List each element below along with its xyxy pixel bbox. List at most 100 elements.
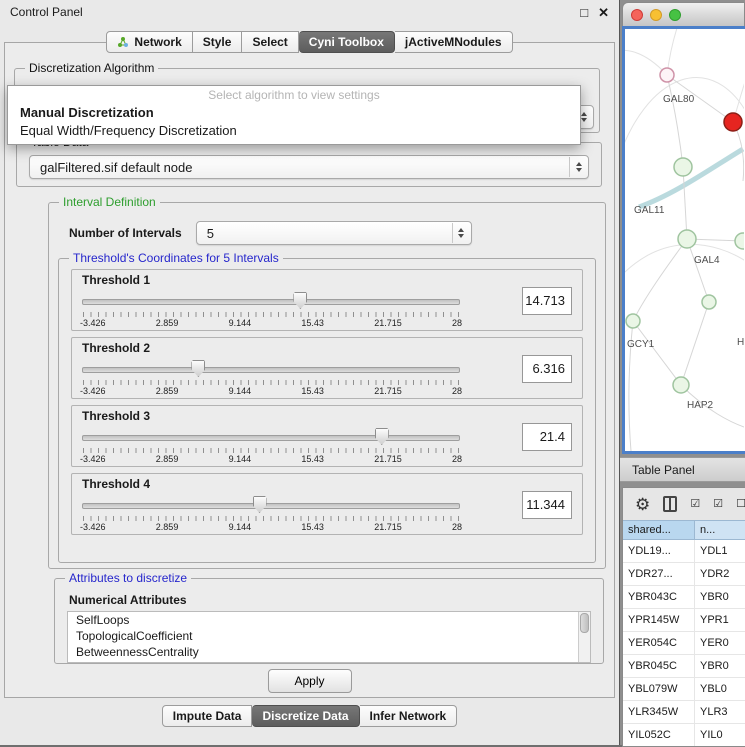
slider-thumb[interactable]: [375, 428, 389, 445]
float-window-icon[interactable]: □: [580, 6, 588, 19]
list-item[interactable]: TopologicalCoefficient: [68, 628, 590, 644]
columns-icon[interactable]: [663, 496, 677, 512]
tab-infer-network[interactable]: Infer Network: [360, 705, 458, 727]
tab-label: Infer Network: [370, 709, 447, 723]
threshold-1-slider[interactable]: [80, 292, 462, 310]
network-edge-highlight: [639, 149, 743, 207]
threshold-2-value-field[interactable]: 6.316: [522, 355, 572, 383]
threshold-label: Threshold 4: [82, 477, 462, 491]
node-label: GAL80: [663, 94, 695, 105]
table-row[interactable]: YDR27... YDR2: [623, 563, 745, 586]
tick-label: 9.144: [229, 522, 252, 532]
cell-name: YER0: [695, 632, 745, 654]
slider-thumb[interactable]: [253, 496, 267, 513]
group-title: Discretization Algorithm: [25, 61, 158, 75]
cell-shared-name: YDR27...: [623, 563, 695, 585]
network-view-canvas[interactable]: GAL80 GAL11 GAL4 GCY1 HAP2 H: [622, 26, 745, 454]
network-node[interactable]: [673, 377, 689, 393]
tab-label: Discretize Data: [262, 709, 348, 723]
popup-option-manual-discretization[interactable]: Manual Discretization: [8, 103, 580, 121]
cell-name: YBR0: [695, 655, 745, 677]
tab-jactivemnodules[interactable]: jActiveMNodules: [395, 31, 513, 53]
slider-tickmarks: [83, 380, 459, 385]
number-of-intervals-combo[interactable]: 5: [196, 221, 472, 245]
select-checked-icon[interactable]: ☑: [713, 499, 723, 510]
cell-shared-name: YLR345W: [623, 701, 695, 723]
group-title: Attributes to discretize: [65, 571, 191, 585]
tick-label: 21.715: [374, 318, 402, 328]
network-node[interactable]: [702, 295, 716, 309]
popup-option-equal-width-frequency[interactable]: Equal Width/Frequency Discretization: [8, 121, 580, 139]
slider-track[interactable]: [82, 367, 460, 373]
slider-track[interactable]: [82, 299, 460, 305]
cell-shared-name: YBL079W: [623, 678, 695, 700]
select-all-icon[interactable]: ☑: [690, 499, 700, 510]
list-scrollbar[interactable]: [578, 612, 590, 662]
number-of-intervals-label: Number of Intervals: [69, 226, 182, 240]
table-row[interactable]: YBL079W YBL0: [623, 678, 745, 701]
threshold-4-slider[interactable]: [80, 496, 462, 514]
tab-label: jActiveMNodules: [405, 35, 502, 49]
node-label: HAP2: [687, 400, 714, 411]
right-pane: GAL80 GAL11 GAL4 GCY1 HAP2 H Table Panel…: [620, 0, 745, 745]
stepper-icon[interactable]: [452, 223, 470, 243]
apply-button[interactable]: Apply: [267, 669, 351, 693]
tab-network[interactable]: Network: [106, 31, 192, 53]
table-header-row: shared... n...: [623, 520, 745, 540]
table-row[interactable]: YPR145W YPR1: [623, 609, 745, 632]
tick-label: 2.859: [156, 522, 179, 532]
network-window: GAL80 GAL11 GAL4 GCY1 HAP2 H: [622, 2, 745, 454]
table-row[interactable]: YBR043C YBR0: [623, 586, 745, 609]
tab-select[interactable]: Select: [242, 31, 298, 53]
network-node[interactable]: [660, 68, 674, 82]
threshold-4-value-field[interactable]: 11.344: [522, 491, 572, 519]
tab-discretize-data[interactable]: Discretize Data: [252, 705, 359, 727]
network-node[interactable]: [674, 158, 692, 176]
table-data-combo[interactable]: galFiltered.sif default node: [29, 155, 589, 179]
list-item[interactable]: SelfLoops: [68, 612, 590, 628]
tick-label: 15.43: [301, 318, 324, 328]
threshold-3-slider[interactable]: [80, 428, 462, 446]
control-panel: Control Panel □ ✕ Network Style Select C…: [0, 0, 620, 745]
network-node-selected[interactable]: [724, 113, 742, 131]
table-row[interactable]: YBR045C YBR0: [623, 655, 745, 678]
threshold-3-value-field[interactable]: 21.4: [522, 423, 572, 451]
threshold-1-value-field[interactable]: 14.713: [522, 287, 572, 315]
network-node[interactable]: [678, 230, 696, 248]
table-row[interactable]: YIL052C YIL0: [623, 724, 745, 746]
tick-label: 9.144: [229, 454, 252, 464]
zoom-window-icon[interactable]: [669, 9, 681, 21]
slider-track[interactable]: [82, 435, 460, 441]
close-window-icon[interactable]: [631, 9, 643, 21]
threshold-4-panel: Threshold 4 -3.426 2.859 9.144 15.43 21.…: [71, 473, 583, 535]
tab-impute-data[interactable]: Impute Data: [162, 705, 253, 727]
node-label: GAL11: [634, 205, 665, 216]
network-window-titlebar[interactable]: [622, 2, 745, 26]
network-node[interactable]: [735, 233, 744, 249]
table-panel-window: ⚙ ☑ ☑ ☐ shared... n... YDL19... YDL1 YDR…: [622, 487, 745, 747]
tick-label: 15.43: [301, 386, 324, 396]
network-node[interactable]: [626, 314, 640, 328]
stepper-icon[interactable]: [569, 157, 587, 177]
minimize-window-icon[interactable]: [650, 9, 662, 21]
slider-thumb[interactable]: [293, 292, 307, 309]
panel-title: Control Panel: [10, 5, 83, 19]
threshold-2-slider[interactable]: [80, 360, 462, 378]
tab-style[interactable]: Style: [193, 31, 243, 53]
tab-cyni-toolbox[interactable]: Cyni Toolbox: [299, 31, 395, 53]
gear-icon[interactable]: ⚙: [635, 496, 650, 513]
table-panel-header[interactable]: Table Panel: [620, 457, 745, 482]
slider-track[interactable]: [82, 503, 460, 509]
table-row[interactable]: YER054C YER0: [623, 632, 745, 655]
slider-thumb[interactable]: [191, 360, 205, 377]
table-row[interactable]: YLR345W YLR3: [623, 701, 745, 724]
deselect-icon[interactable]: ☐: [736, 499, 745, 510]
table-row[interactable]: YDL19... YDL1: [623, 540, 745, 563]
scrollbar-thumb[interactable]: [580, 613, 589, 633]
tab-label: Select: [252, 35, 287, 49]
column-header-name[interactable]: n...: [695, 520, 745, 540]
slider-tick-labels: -3.426 2.859 9.144 15.43 21.715 28: [80, 386, 462, 396]
list-item[interactable]: BetweennessCentrality: [68, 644, 590, 660]
column-header-shared-name[interactable]: shared...: [623, 520, 695, 540]
close-icon[interactable]: ✕: [598, 6, 609, 19]
